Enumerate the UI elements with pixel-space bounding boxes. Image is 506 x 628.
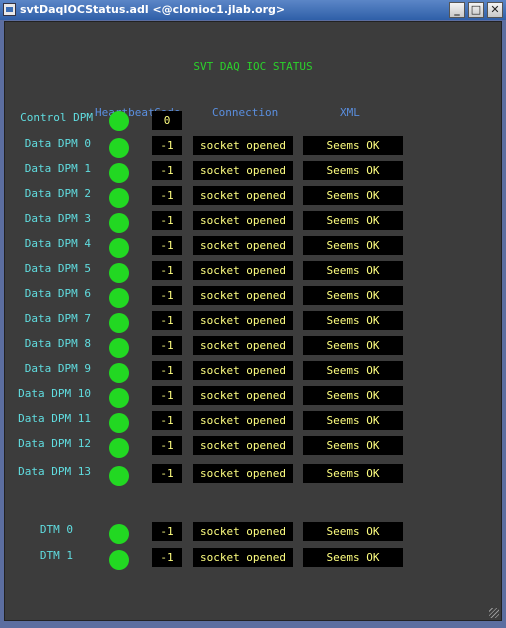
dpm-8-code: -1 <box>152 336 182 355</box>
dpm-13-label: Data DPM 13 <box>18 465 91 478</box>
dpm-11-label: Data DPM 11 <box>18 412 91 425</box>
dpm-13-code: -1 <box>152 464 182 483</box>
dtm-1-label: DTM 1 <box>39 549 73 562</box>
dpm-7-heartbeat-led <box>109 313 129 333</box>
dpm-9-code: -1 <box>152 361 182 380</box>
header-connection: Connection <box>212 106 279 119</box>
dpm-12-xml: Seems OK <box>303 436 403 455</box>
dpm-2-code: -1 <box>152 186 182 205</box>
dpm-10-heartbeat-led <box>109 388 129 408</box>
dpm-1-connection: socket opened <box>193 161 293 180</box>
dpm-1-heartbeat-led <box>109 163 129 183</box>
dpm-3-heartbeat-led <box>109 213 129 233</box>
dpm-4-label: Data DPM 4 <box>24 237 91 250</box>
dpm-5-label: Data DPM 5 <box>24 262 91 275</box>
dpm-7-connection: socket opened <box>193 311 293 330</box>
dtm-1-xml: Seems OK <box>303 548 403 567</box>
dpm-0-label: Data DPM 0 <box>24 137 91 150</box>
control-dpm-label: Control DPM <box>20 111 93 124</box>
dpm-0-heartbeat-led <box>109 138 129 158</box>
dpm-3-label: Data DPM 3 <box>24 212 91 225</box>
dpm-6-connection: socket opened <box>193 286 293 305</box>
dpm-6-heartbeat-led <box>109 288 129 308</box>
dpm-4-code: -1 <box>152 236 182 255</box>
dpm-5-code: -1 <box>152 261 182 280</box>
dpm-9-label: Data DPM 9 <box>24 362 91 375</box>
dpm-7-label: Data DPM 7 <box>24 312 91 325</box>
dpm-13-heartbeat-led <box>109 466 129 486</box>
dpm-10-connection: socket opened <box>193 386 293 405</box>
dpm-11-xml: Seems OK <box>303 411 403 430</box>
dpm-11-heartbeat-led <box>109 413 129 433</box>
dpm-9-connection: socket opened <box>193 361 293 380</box>
dpm-2-xml: Seems OK <box>303 186 403 205</box>
dpm-10-xml: Seems OK <box>303 386 403 405</box>
dpm-1-xml: Seems OK <box>303 161 403 180</box>
dpm-1-code: -1 <box>152 161 182 180</box>
maximize-button[interactable]: □ <box>468 2 484 18</box>
dpm-0-connection: socket opened <box>193 136 293 155</box>
dpm-8-connection: socket opened <box>193 336 293 355</box>
dpm-2-connection: socket opened <box>193 186 293 205</box>
dpm-0-xml: Seems OK <box>303 136 403 155</box>
dpm-7-xml: Seems OK <box>303 311 403 330</box>
dpm-12-label: Data DPM 12 <box>18 437 91 450</box>
window-title: svtDaqIOCStatus.adl <@clonioc1.jlab.org> <box>20 3 286 16</box>
dpm-9-xml: Seems OK <box>303 361 403 380</box>
dpm-9-heartbeat-led <box>109 363 129 383</box>
dtm-1-heartbeat-led <box>109 550 129 570</box>
dpm-4-connection: socket opened <box>193 236 293 255</box>
dtm-1-connection: socket opened <box>193 548 293 567</box>
dtm-0-heartbeat-led <box>109 524 129 544</box>
dtm-1-code: -1 <box>152 548 182 567</box>
dpm-2-label: Data DPM 2 <box>24 187 91 200</box>
dpm-3-xml: Seems OK <box>303 211 403 230</box>
dpm-6-xml: Seems OK <box>303 286 403 305</box>
dpm-3-code: -1 <box>152 211 182 230</box>
dpm-4-heartbeat-led <box>109 238 129 258</box>
dpm-8-heartbeat-led <box>109 338 129 358</box>
display-canvas: SVT DAQ IOC STATUS Heartbeat Code Connec… <box>4 21 502 621</box>
dpm-5-connection: socket opened <box>193 261 293 280</box>
dpm-6-code: -1 <box>152 286 182 305</box>
window-menu-icon[interactable] <box>3 3 16 16</box>
dpm-7-code: -1 <box>152 311 182 330</box>
resize-grip[interactable] <box>489 608 499 618</box>
dpm-12-heartbeat-led <box>109 438 129 458</box>
close-button[interactable]: ✕ <box>487 2 503 18</box>
dpm-0-code: -1 <box>152 136 182 155</box>
dtm-0-code: -1 <box>152 522 182 541</box>
dpm-10-code: -1 <box>152 386 182 405</box>
dtm-0-xml: Seems OK <box>303 522 403 541</box>
dpm-3-connection: socket opened <box>193 211 293 230</box>
control-dpm-heartbeat-led <box>109 111 129 131</box>
dpm-12-connection: socket opened <box>193 436 293 455</box>
dpm-12-code: -1 <box>152 436 182 455</box>
dpm-8-label: Data DPM 8 <box>24 337 91 350</box>
dpm-5-xml: Seems OK <box>303 261 403 280</box>
page-title: SVT DAQ IOC STATUS <box>193 60 313 73</box>
dpm-13-xml: Seems OK <box>303 464 403 483</box>
dpm-6-label: Data DPM 6 <box>24 287 91 300</box>
dpm-4-xml: Seems OK <box>303 236 403 255</box>
dtm-0-label: DTM 0 <box>39 523 73 536</box>
header-xml: XML <box>340 106 360 119</box>
dpm-2-heartbeat-led <box>109 188 129 208</box>
dpm-5-heartbeat-led <box>109 263 129 283</box>
dpm-8-xml: Seems OK <box>303 336 403 355</box>
dpm-11-connection: socket opened <box>193 411 293 430</box>
minimize-button[interactable]: _ <box>449 2 465 18</box>
window-titlebar: svtDaqIOCStatus.adl <@clonioc1.jlab.org>… <box>0 0 506 20</box>
dtm-0-connection: socket opened <box>193 522 293 541</box>
dpm-11-code: -1 <box>152 411 182 430</box>
dpm-1-label: Data DPM 1 <box>24 162 91 175</box>
control-dpm-code: 0 <box>152 111 182 130</box>
dpm-13-connection: socket opened <box>193 464 293 483</box>
dpm-10-label: Data DPM 10 <box>18 387 91 400</box>
